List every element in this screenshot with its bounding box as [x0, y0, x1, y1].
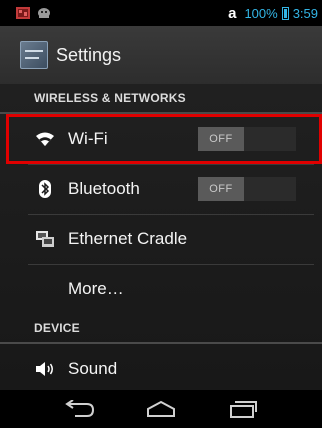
back-icon[interactable] [59, 394, 99, 424]
setting-label-more: More… [68, 279, 124, 298]
status-right: a 100% 3:59 [228, 5, 322, 22]
action-bar: Settings [0, 26, 322, 85]
wifi-toggle[interactable]: OFF [198, 127, 296, 151]
bluetooth-toggle-state: OFF [198, 177, 244, 201]
settings-app-icon[interactable] [20, 41, 48, 69]
navigation-bar [0, 390, 322, 428]
settings-list: WIRELESS & NETWORKS Wi-Fi OFF Bluetooth … [0, 84, 322, 390]
battery-percent: 100% [244, 5, 278, 21]
home-icon[interactable] [141, 394, 181, 424]
bluetooth-toggle[interactable]: OFF [198, 177, 296, 201]
android-notification-icon [38, 8, 50, 18]
setting-item-sound[interactable]: Sound [0, 344, 322, 394]
setting-label-bluetooth: Bluetooth [68, 179, 140, 198]
speaker-icon [34, 358, 56, 380]
gallery-notification-icon [16, 7, 30, 19]
settings-screen: a 100% 3:59 Settings WIRELESS & NETWORKS… [0, 0, 322, 428]
setting-item-more[interactable]: More… [0, 264, 322, 314]
page-title: Settings [56, 44, 122, 65]
setting-label-sound: Sound [68, 359, 118, 378]
setting-item-wifi[interactable]: Wi-Fi OFF [6, 114, 322, 164]
clock: 3:59 [292, 5, 318, 21]
wifi-toggle-state: OFF [198, 127, 244, 151]
setting-item-ethernet[interactable]: Ethernet Cradle [0, 214, 322, 264]
carrier-glyph: a [228, 4, 237, 22]
recent-apps-icon[interactable] [223, 394, 263, 424]
ethernet-icon [34, 228, 56, 250]
bluetooth-icon [34, 178, 56, 200]
notification-icons [0, 7, 51, 19]
status-bar: a 100% 3:59 [0, 0, 322, 26]
section-header-device: DEVICE [0, 314, 322, 344]
wifi-icon [34, 128, 56, 150]
setting-label-ethernet: Ethernet Cradle [68, 229, 188, 248]
section-header-wireless: WIRELESS & NETWORKS [0, 84, 322, 114]
battery-icon [281, 6, 289, 20]
setting-label-wifi: Wi-Fi [68, 129, 108, 148]
setting-item-bluetooth[interactable]: Bluetooth OFF [0, 164, 322, 214]
